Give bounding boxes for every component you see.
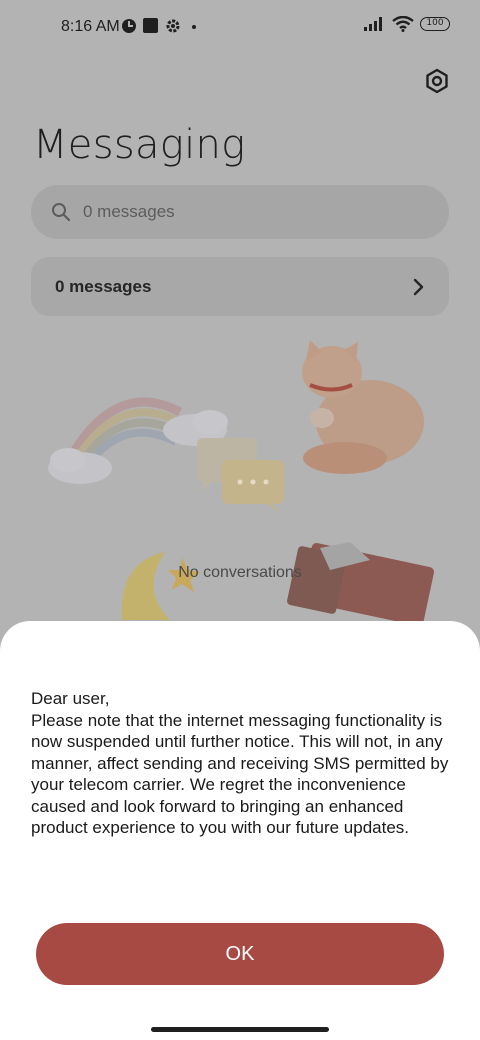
square-notification-icon: [143, 18, 158, 33]
empty-state-illustration: [48, 340, 434, 626]
moon-illustration: [121, 552, 200, 620]
search-placeholder: 0 messages: [83, 202, 175, 221]
chevron-right-icon: [413, 278, 424, 295]
summary-label: 0 messages: [55, 276, 152, 296]
search-input[interactable]: 0 messages: [31, 185, 449, 239]
settings-button[interactable]: [422, 66, 452, 96]
dialog-message: Dear user, Please note that the internet…: [31, 689, 449, 837]
status-time: 8:16 AM: [61, 18, 120, 35]
gear-icon: [166, 19, 180, 33]
cat-illustration: [302, 340, 424, 474]
notice-dialog: Dear user, Please note that the internet…: [0, 621, 480, 1040]
clock-icon: [122, 19, 136, 33]
page-title: Messaging: [33, 122, 246, 168]
battery-icon: 100: [420, 17, 450, 31]
wifi-icon: [392, 16, 414, 32]
messages-summary-row[interactable]: 0 messages: [31, 257, 449, 316]
search-icon: [52, 203, 71, 222]
home-indicator[interactable]: [151, 1027, 329, 1032]
chat-bubbles-illustration: [197, 438, 284, 514]
dot-icon: [192, 25, 196, 29]
signal-icon: [364, 17, 382, 31]
ok-button[interactable]: OK: [36, 923, 444, 985]
chocolate-illustration: [287, 542, 434, 626]
status-bar: 8:16 AM 100: [0, 0, 480, 56]
status-right: 100: [364, 16, 450, 32]
settings-icon: [426, 68, 448, 94]
empty-state-text: No conversations: [178, 564, 302, 581]
